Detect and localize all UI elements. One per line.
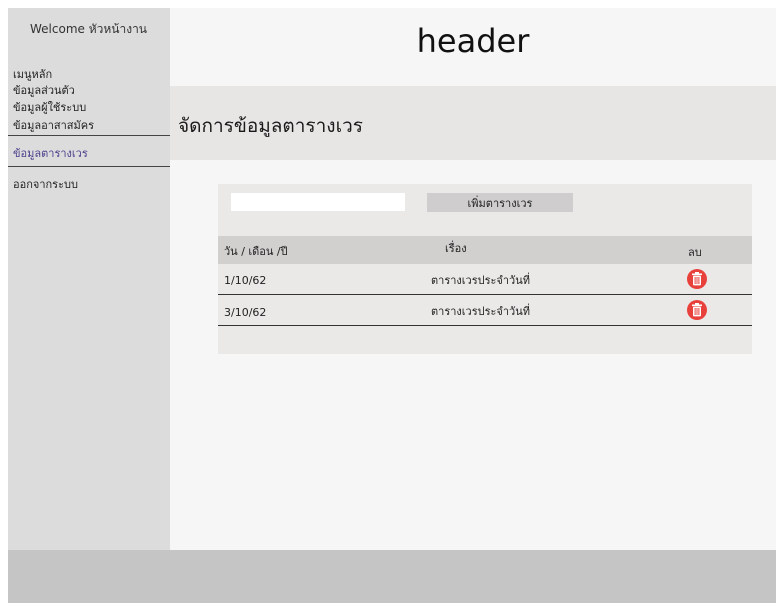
trash-icon[interactable] <box>687 300 707 320</box>
table-row: 1/10/62 ตารางเวรประจำวันที่ <box>218 264 752 295</box>
add-schedule-button[interactable]: เพิ่มตารางเวร <box>427 193 573 212</box>
sidebar-item-volunteers[interactable]: ข้อมูลอาสาสมัคร <box>13 116 94 134</box>
search-input[interactable] <box>231 193 405 211</box>
table-row: 3/10/62 ตารางเวรประจำวันที่ <box>218 295 752 326</box>
row-date: 1/10/62 <box>224 274 267 287</box>
page-title-bar: จัดการข้อมูลตารางเวร <box>170 86 776 160</box>
app: Welcome หัวหน้างาน เมนูหลัก ข้อมูลส่วนตั… <box>0 0 776 603</box>
row-subject: ตารางเวรประจำวันที่ <box>431 274 530 287</box>
sidebar-divider <box>8 166 170 167</box>
trash-icon[interactable] <box>687 269 707 289</box>
column-header-date: วัน / เดือน /ปี <box>224 245 288 258</box>
column-header-delete: ลบ <box>688 246 702 259</box>
schedule-panel: เพิ่มตารางเวร วัน / เดือน /ปี เรื่อง ลบ … <box>218 184 752 354</box>
row-date: 3/10/62 <box>224 306 267 319</box>
sidebar-divider <box>8 135 170 136</box>
sidebar-item-duty-schedule[interactable]: ข้อมูลตารางเวร <box>13 144 88 162</box>
welcome-text: Welcome หัวหน้างาน <box>30 22 148 36</box>
table-header: วัน / เดือน /ปี เรื่อง ลบ <box>218 236 752 264</box>
sidebar-item-logout[interactable]: ออกจากระบบ <box>13 175 78 193</box>
column-header-subject: เรื่อง <box>445 242 467 255</box>
sidebar-item-system-users[interactable]: ข้อมูลผู้ใช้ระบบ <box>13 98 86 116</box>
sidebar-item-personal-info[interactable]: ข้อมูลส่วนตัว <box>13 81 75 99</box>
footer <box>8 550 776 603</box>
header-title: header <box>416 22 530 60</box>
main-content: header จัดการข้อมูลตารางเวร เพิ่มตารางเว… <box>170 8 776 550</box>
page-title: จัดการข้อมูลตารางเวร <box>178 115 363 137</box>
row-subject: ตารางเวรประจำวันที่ <box>431 305 530 318</box>
sidebar: Welcome หัวหน้างาน เมนูหลัก ข้อมูลส่วนตั… <box>8 8 170 550</box>
